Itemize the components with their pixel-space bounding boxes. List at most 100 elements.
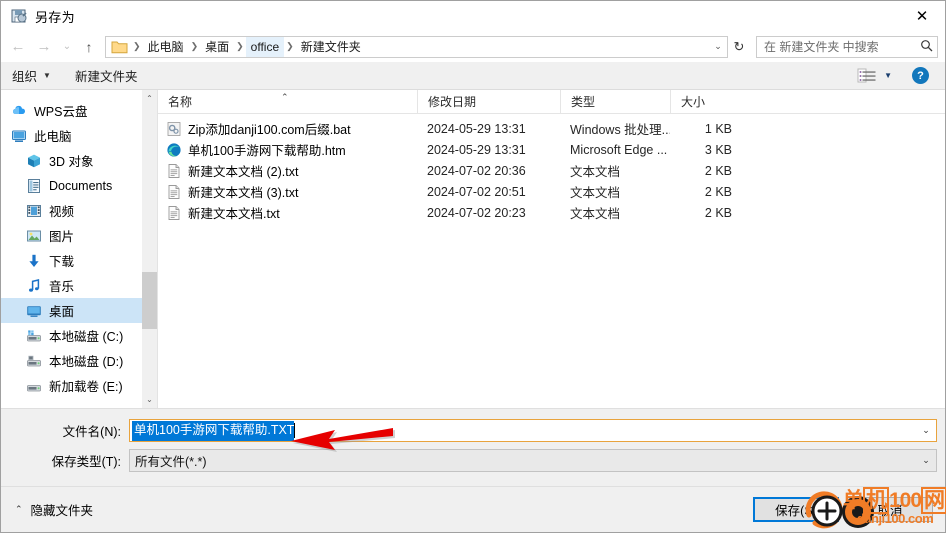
sidebar-item-local-disk-d[interactable]: 本地磁盘 (D:) [1,348,142,373]
dialog-footer: ⌃ 隐藏文件夹 保存(S) 取消 [1,486,945,532]
download-icon [26,253,42,269]
file-name-label: 新建文本文档 (3).txt [188,186,299,200]
documents-icon [26,178,42,194]
breadcrumb-item-0[interactable]: 此电脑 [143,37,189,57]
search-input[interactable]: 在 新建文件夹 中搜索 [756,35,938,58]
dialog-body: WPS云盘 此电脑 3D 对象 Documents 视频 图片 下载 音乐 桌面… [1,89,945,408]
column-header-size[interactable]: 大小 [670,89,750,114]
filetype-select[interactable]: 所有文件(*.*) ⌄ [129,449,937,472]
close-icon[interactable]: ✕ [899,1,945,31]
sidebar-item-desktop[interactable]: 桌面 [1,298,142,323]
view-chevron-down-icon[interactable]: ▼ [884,71,892,80]
file-type-cell: 文本文档 [570,165,621,179]
file-size-cell: 2 KB [704,163,732,178]
breadcrumb-separator: ❯ [286,41,294,51]
cloud-icon [11,103,27,119]
new-folder-button[interactable]: 新建文件夹 [75,66,138,85]
view-list-icon[interactable] [857,68,877,84]
filename-row: 文件名(N): 单机100手游网下载帮助.TXT ⌄ [1,419,945,442]
filename-label: 文件名(N): [62,425,121,439]
file-date-cell: 2024-07-02 20:51 [427,184,526,199]
file-date-cell: 2024-07-02 20:36 [427,163,526,178]
drive-icon [26,353,42,369]
sidebar-item-label: 本地磁盘 (D:) [49,355,124,369]
file-name-cell: Zip添加danji100.com后缀.bat [158,119,417,138]
organize-label: 组织 [12,70,38,84]
table-row[interactable]: 新建文本文档.txt 2024-07-02 20:23 文本文档 2 KB [158,202,945,223]
chevron-up-icon: ⌃ [15,504,23,514]
sidebar-item-pictures[interactable]: 图片 [1,223,142,248]
breadcrumb[interactable]: ❯ 此电脑 ❯ 桌面 ❯ office ❯ 新建文件夹 ⌄ [105,35,728,58]
table-row[interactable]: 新建文本文档 (3).txt 2024-07-02 20:51 文本文档 2 K… [158,181,945,202]
save-form: 文件名(N): 单机100手游网下载帮助.TXT ⌄ 保存类型(T): 所有文件… [1,408,945,486]
file-name-cell: 单机100手游网下载帮助.htm [158,140,417,159]
table-row[interactable]: Zip添加danji100.com后缀.bat 2024-05-29 13:31… [158,118,945,139]
refresh-icon[interactable]: ↻ [728,39,750,55]
sidebar-item-label: 3D 对象 [49,155,94,169]
filetype-row: 保存类型(T): 所有文件(*.*) ⌄ [1,449,945,472]
sidebar-item-this-pc[interactable]: 此电脑 [1,123,142,148]
scroll-down-icon[interactable]: ⌄ [142,391,157,408]
search-icon [915,39,937,55]
breadcrumb-item-1[interactable]: 桌面 [200,37,234,57]
breadcrumb-dropdown-icon[interactable]: ⌄ [709,41,727,52]
save-as-dialog: 另存为 ✕ ← → ⌄ ↑ ❯ 此电脑 ❯ 桌面 ❯ office ❯ 新建文件… [0,0,946,533]
sidebar-item-videos[interactable]: 视频 [1,198,142,223]
up-icon[interactable]: ↑ [77,35,101,59]
sidebar-item-label: 本地磁盘 (C:) [49,330,124,344]
navigation-pane-scrollbar[interactable]: ⌃ ⌄ [142,90,158,408]
navigation-pane: WPS云盘 此电脑 3D 对象 Documents 视频 图片 下载 音乐 桌面… [1,90,142,408]
edge-file-icon [166,142,182,158]
file-date-cell: 2024-05-29 13:31 [427,121,526,136]
folder-icon [111,40,128,54]
filetype-dropdown-icon[interactable]: ⌄ [916,450,936,471]
file-name-cell: 新建文本文档 (3).txt [158,182,417,201]
breadcrumb-item-2[interactable]: office [245,36,285,57]
file-list-pane: 名称 ⌃ 修改日期 类型 大小 Zip添加danji100.com后缀.bat … [158,89,945,408]
text-file-icon [166,205,182,221]
scroll-up-icon[interactable]: ⌃ [142,90,157,107]
breadcrumb-separator: ❯ [133,41,141,51]
forward-icon[interactable]: → [31,35,57,59]
search-placeholder: 在 新建文件夹 中搜索 [764,40,879,54]
help-button[interactable]: ? [912,67,929,84]
column-header-date[interactable]: 修改日期 [417,89,560,114]
file-size-cell: 2 KB [704,205,732,220]
file-rows: Zip添加danji100.com后缀.bat 2024-05-29 13:31… [158,114,945,408]
filename-input[interactable]: 单机100手游网下载帮助.TXT ⌄ [129,419,937,442]
table-row[interactable]: 新建文本文档 (2).txt 2024-07-02 20:36 文本文档 2 K… [158,160,945,181]
save-button[interactable]: 保存(S) [753,497,839,522]
sidebar-item-3d-objects[interactable]: 3D 对象 [1,148,142,173]
hide-folders-label: 隐藏文件夹 [30,504,94,518]
breadcrumb-separator: ❯ [236,41,244,51]
desktop-icon [26,303,42,319]
filename-dropdown-icon[interactable]: ⌄ [916,420,936,441]
filename-value: 单机100手游网下载帮助.TXT [132,420,295,441]
sidebar-item-local-disk-c[interactable]: 本地磁盘 (C:) [1,323,142,348]
file-date-cell: 2024-05-29 13:31 [427,142,526,157]
sidebar-item-downloads[interactable]: 下载 [1,248,142,273]
sidebar-item-documents[interactable]: Documents [1,173,142,198]
music-icon [26,278,42,294]
sidebar-item-music[interactable]: 音乐 [1,273,142,298]
filetype-value: 所有文件(*.*) [135,455,207,469]
file-name-label: 新建文本文档 (2).txt [188,165,299,179]
breadcrumb-item-3[interactable]: 新建文件夹 [296,37,366,57]
table-row[interactable]: 单机100手游网下载帮助.htm 2024-05-29 13:31 Micros… [158,139,945,160]
chevron-down-icon: ▼ [43,71,51,80]
title-bar: 另存为 ✕ [1,1,945,31]
scrollbar-thumb[interactable] [142,271,157,329]
hide-folders-toggle[interactable]: ⌃ 隐藏文件夹 [11,500,93,519]
back-icon[interactable]: ← [5,35,31,59]
file-type-cell: 文本文档 [570,207,621,221]
sidebar-item-wps-cloud[interactable]: WPS云盘 [1,98,142,123]
sort-ascending-icon: ⌃ [281,91,289,102]
cancel-button[interactable]: 取消 [847,497,933,522]
sidebar-item-new-volume-e[interactable]: 新加载卷 (E:) [1,373,142,398]
scrollbar-track[interactable] [142,107,157,391]
recent-locations-icon[interactable]: ⌄ [57,35,77,59]
toolbar: 组织 ▼ 新建文件夹 ▼ ? [1,62,945,90]
column-header-name[interactable]: 名称 ⌃ [158,90,417,114]
column-header-type[interactable]: 类型 [560,89,670,114]
organize-button[interactable]: 组织 ▼ [12,66,51,85]
